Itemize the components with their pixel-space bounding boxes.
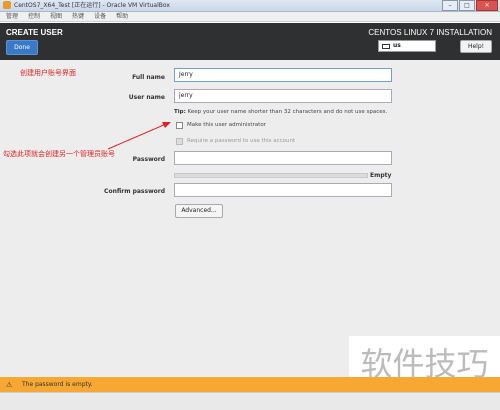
warning-text: The password is empty. (22, 381, 93, 388)
vm-statusbar (0, 392, 500, 410)
warning-bar: ⚠ The password is empty. (0, 377, 500, 392)
warning-icon: ⚠ (6, 381, 13, 389)
